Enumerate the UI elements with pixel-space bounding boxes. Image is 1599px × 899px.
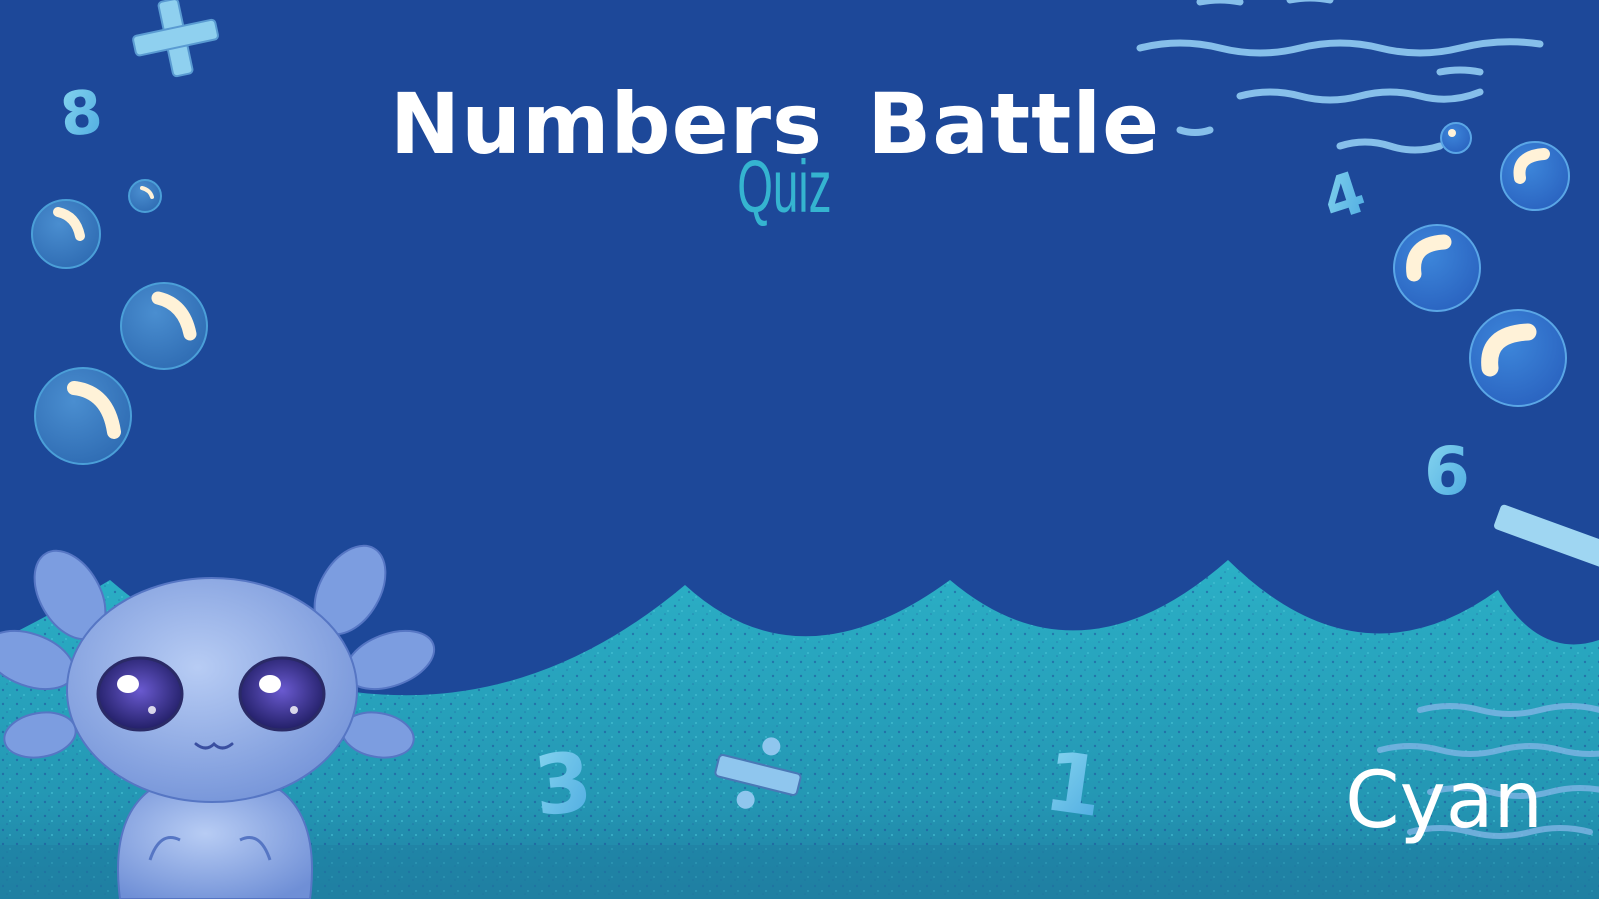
bubbles-left [31,179,208,465]
game-title-screen: 8 4 6 3 1 Numbers Battle Quiz Cyan [0,0,1599,899]
player-name: Cyan [1345,756,1543,846]
minus-icon [1494,504,1599,568]
bubble-icon [1469,309,1567,407]
bubble-icon [1393,224,1481,312]
bubble-icon [128,179,162,213]
digit-icon: 6 [1424,433,1470,510]
game-subtitle: Quiz [737,145,832,228]
digit-icon: 4 [1314,158,1373,235]
bubble-icon [34,367,132,465]
digit-icon: 3 [530,735,597,835]
bubble-icon [31,199,101,269]
plus-icon [132,0,219,78]
bubble-icon [120,282,208,370]
